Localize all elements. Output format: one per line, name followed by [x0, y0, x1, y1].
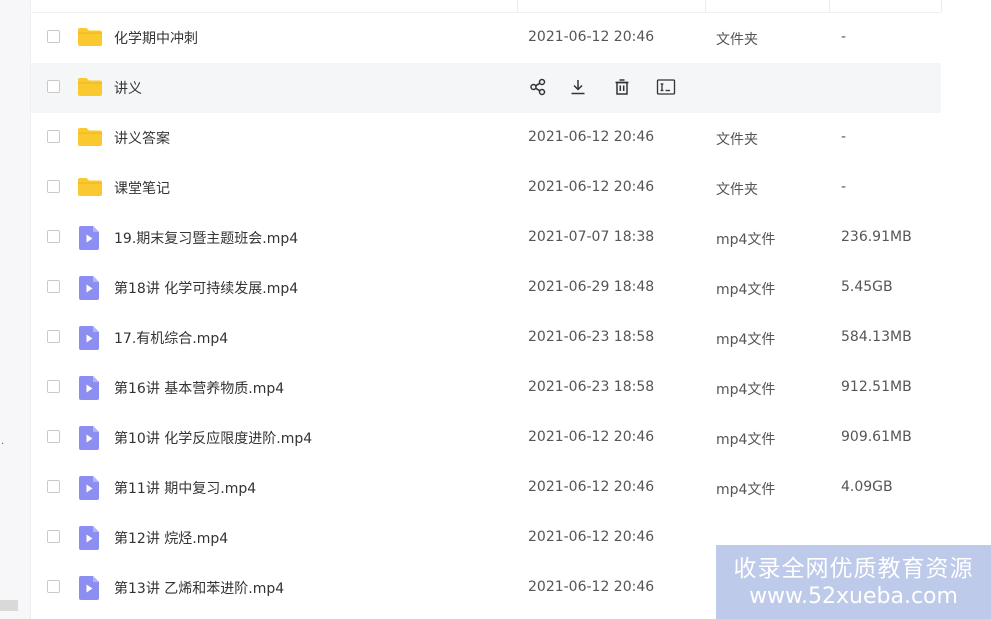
sidebar-scrollbar[interactable] [0, 600, 18, 611]
rename-button[interactable] [655, 76, 677, 98]
row-checkbox[interactable] [47, 330, 60, 343]
modified-date: 2021-06-12 20:46 [528, 579, 655, 595]
file-row[interactable]: 讲义答案 2021-06-12 20:46 文件夹 - [31, 113, 941, 163]
modified-date: 2021-06-12 20:46 [528, 429, 655, 445]
file-type: mp4文件 [716, 282, 776, 298]
file-name[interactable]: 第16讲 基本营养物质.mp4 [114, 378, 284, 398]
row-checkbox[interactable] [47, 30, 60, 43]
rename-icon [656, 78, 676, 96]
file-size: 909.61MB [841, 429, 912, 445]
folder-icon [77, 77, 103, 97]
modified-date: 2021-06-23 18:58 [528, 329, 655, 345]
folder-icon [77, 127, 103, 147]
modified-date: 2021-07-07 18:38 [528, 229, 655, 245]
delete-button[interactable] [611, 76, 633, 98]
row-checkbox[interactable] [47, 580, 60, 593]
file-name[interactable]: 第12讲 烷烃.mp4 [114, 528, 228, 548]
video-file-icon [79, 576, 99, 600]
modified-date: 2021-06-12 20:46 [528, 479, 655, 495]
modified-date: 2021-06-12 20:46 [528, 179, 655, 195]
file-type: mp4文件 [716, 332, 776, 348]
column-divider [705, 0, 706, 12]
file-list: 化学期中冲刺 2021-06-12 20:46 文件夹 - 讲义讲义答案 2021-06-… [31, 13, 941, 613]
file-list-panel: 化学期中冲刺 2021-06-12 20:46 文件夹 - 讲义讲义答案 2021-06-… [31, 0, 991, 619]
watermark-slogan: 收录全网优质教育资源 [733, 556, 974, 582]
file-name[interactable]: 17.有机综合.mp4 [114, 328, 228, 348]
file-name[interactable]: 课堂笔记 [114, 178, 170, 198]
video-file-icon [79, 426, 99, 450]
file-type: mp4文件 [716, 382, 776, 398]
video-file-icon [79, 326, 99, 350]
sidebar: . [0, 0, 31, 619]
file-size: 236.91MB [841, 229, 912, 245]
file-name[interactable]: 第13讲 乙烯和苯进阶.mp4 [114, 578, 284, 598]
watermark-url: www.52xueba.com [749, 584, 958, 609]
file-name[interactable]: 19.期末复习暨主题班会.mp4 [114, 228, 298, 248]
share-icon [529, 78, 547, 96]
modified-date: 2021-06-23 18:58 [528, 379, 655, 395]
file-size: - [841, 179, 847, 195]
column-divider [829, 0, 830, 12]
row-checkbox[interactable] [47, 480, 60, 493]
video-file-icon [79, 526, 99, 550]
file-type: 文件夹 [716, 32, 758, 48]
row-checkbox[interactable] [47, 380, 60, 393]
file-name[interactable]: 第11讲 期中复习.mp4 [114, 478, 256, 498]
file-size: - [841, 129, 847, 145]
file-name[interactable]: 讲义 [114, 78, 142, 98]
file-row[interactable]: 讲义 [31, 63, 941, 113]
column-divider [517, 0, 518, 12]
file-size: 912.51MB [841, 379, 912, 395]
video-file-icon [79, 276, 99, 300]
delete-icon [613, 78, 631, 96]
column-divider [941, 0, 942, 12]
download-icon [569, 78, 587, 96]
file-size: - [841, 29, 847, 45]
file-row[interactable]: 第10讲 化学反应限度进阶.mp4 2021-06-12 20:46 mp4文件 90… [31, 413, 941, 463]
row-checkbox[interactable] [47, 130, 60, 143]
file-row[interactable]: 第18讲 化学可持续发展.mp4 2021-06-29 18:48 mp4文件 5.4… [31, 263, 941, 313]
file-type: 文件夹 [716, 132, 758, 148]
row-checkbox[interactable] [47, 280, 60, 293]
file-type: mp4文件 [716, 232, 776, 248]
file-size: 584.13MB [841, 329, 912, 345]
modified-date: 2021-06-12 20:46 [528, 529, 655, 545]
modified-date: 2021-06-12 20:46 [528, 29, 655, 45]
watermark: 收录全网优质教育资源 www.52xueba.com [716, 545, 991, 619]
file-type: mp4文件 [716, 482, 776, 498]
column-header [31, 0, 942, 13]
file-size: 4.09GB [841, 479, 893, 495]
file-row[interactable]: 第11讲 期中复习.mp4 2021-06-12 20:46 mp4文件 4.09GB [31, 463, 941, 513]
file-name[interactable]: 讲义答案 [114, 128, 170, 148]
file-row[interactable]: 17.有机综合.mp4 2021-06-23 18:58 mp4文件 584.13MB [31, 313, 941, 363]
row-checkbox[interactable] [47, 430, 60, 443]
file-type: mp4文件 [716, 432, 776, 448]
folder-icon [77, 177, 103, 197]
share-button[interactable] [527, 76, 549, 98]
video-file-icon [79, 476, 99, 500]
modified-date: 2021-06-12 20:46 [528, 129, 655, 145]
file-row[interactable]: 课堂笔记 2021-06-12 20:46 文件夹 - [31, 163, 941, 213]
file-name[interactable]: 化学期中冲刺 [114, 28, 198, 48]
file-row[interactable]: 19.期末复习暨主题班会.mp4 2021-07-07 18:38 mp4文件 236… [31, 213, 941, 263]
file-name[interactable]: 第18讲 化学可持续发展.mp4 [114, 278, 298, 298]
file-name[interactable]: 第10讲 化学反应限度进阶.mp4 [114, 428, 312, 448]
sidebar-marker: . [1, 436, 5, 447]
row-checkbox[interactable] [47, 80, 60, 93]
video-file-icon [79, 226, 99, 250]
modified-date: 2021-06-29 18:48 [528, 279, 655, 295]
row-checkbox[interactable] [47, 230, 60, 243]
row-checkbox[interactable] [47, 530, 60, 543]
file-type: 文件夹 [716, 182, 758, 198]
file-row[interactable]: 化学期中冲刺 2021-06-12 20:46 文件夹 - [31, 13, 941, 63]
download-button[interactable] [567, 76, 589, 98]
file-size: 5.45GB [841, 279, 893, 295]
row-checkbox[interactable] [47, 180, 60, 193]
video-file-icon [79, 376, 99, 400]
folder-icon [77, 27, 103, 47]
file-row[interactable]: 第16讲 基本营养物质.mp4 2021-06-23 18:58 mp4文件 912.… [31, 363, 941, 413]
